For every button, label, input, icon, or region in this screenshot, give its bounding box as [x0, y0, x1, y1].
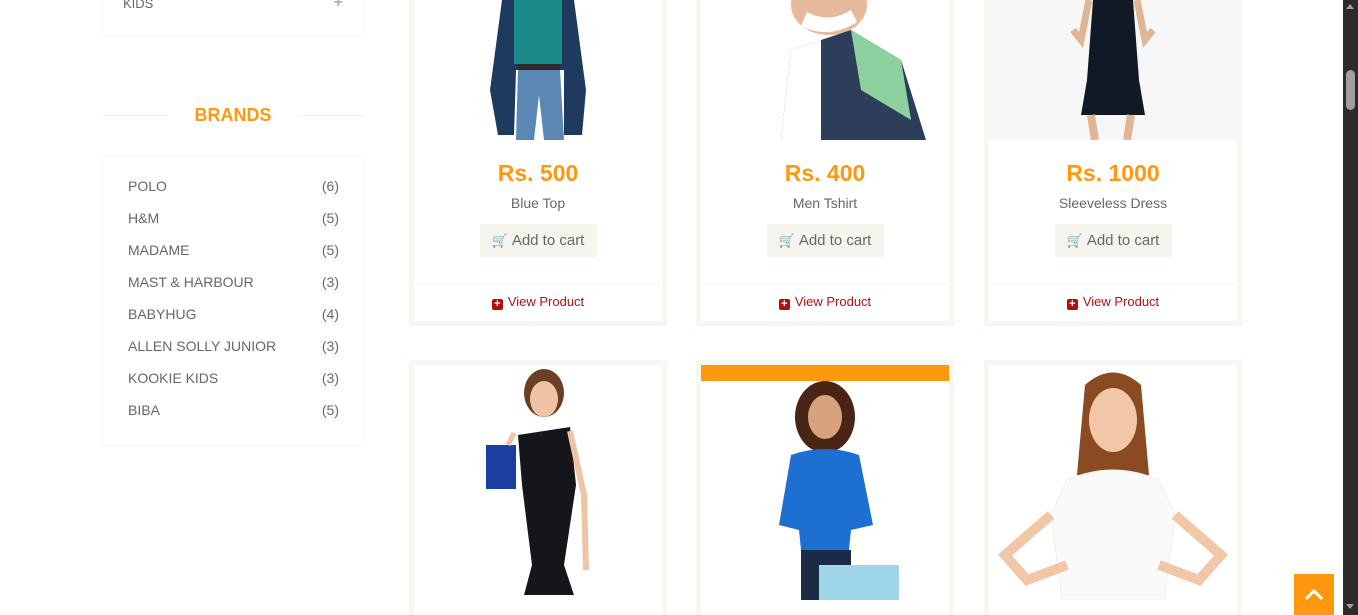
product-name: Men Tshirt	[792, 195, 858, 211]
product-price: Rs. 400	[784, 160, 866, 186]
brand-item-babyhug[interactable]: BABYHUG (4)	[128, 304, 339, 324]
brand-name: KOOKIE KIDS	[128, 370, 219, 386]
brand-count: (4)	[321, 306, 339, 322]
scroll-down-arrow[interactable]	[1346, 604, 1354, 609]
product-card-men-tshirt: Rs. 400 Men Tshirt 🛒 Add to cart + View Pr…	[696, 0, 954, 326]
plus-square-icon: +	[491, 299, 503, 310]
product-image	[989, 0, 1237, 140]
brand-count: (5)	[321, 242, 339, 258]
chevron-up-icon	[1304, 588, 1324, 601]
view-product-link[interactable]: + View Product	[989, 283, 1237, 321]
add-to-cart-button[interactable]: 🛒 Add to cart	[766, 224, 884, 257]
add-to-cart-label: Add to cart	[1086, 232, 1160, 249]
shopping-cart-icon: 🛒	[491, 233, 508, 248]
plus-icon[interactable]: +	[334, 0, 343, 12]
brand-name: H&M	[128, 210, 160, 226]
add-to-cart-button[interactable]: 🛒 Add to cart	[479, 224, 597, 257]
view-product-link[interactable]: + View Product	[701, 283, 949, 321]
add-to-cart-button[interactable]: 🛒 Add to cart	[1054, 224, 1172, 257]
view-product-label: View Product	[507, 294, 585, 309]
divider	[298, 115, 364, 116]
brand-count: (5)	[321, 210, 339, 226]
brand-name: MADAME	[128, 242, 190, 258]
category-label: KIDS	[123, 0, 154, 11]
brand-item-mast-harbour[interactable]: MAST & HARBOUR (3)	[128, 272, 339, 292]
brand-count: (5)	[321, 402, 339, 418]
brand-name: ALLEN SOLLY JUNIOR	[128, 338, 277, 354]
category-panel: KIDS +	[102, 0, 364, 36]
brand-item-allen-solly-junior[interactable]: ALLEN SOLLY JUNIOR (3)	[128, 336, 339, 356]
brand-count: (3)	[321, 274, 339, 290]
brand-name: BIBA	[128, 402, 160, 418]
brands-heading: BRANDS	[102, 104, 364, 126]
plus-square-icon: +	[778, 299, 790, 310]
view-product-label: View Product	[1082, 294, 1160, 309]
brand-count: (3)	[321, 338, 339, 354]
shopping-cart-icon: 🛒	[778, 233, 795, 248]
brand-item-kookie-kids[interactable]: KOOKIE KIDS (3)	[128, 368, 339, 388]
product-name: Blue Top	[510, 195, 566, 211]
brand-count: (6)	[321, 178, 339, 194]
add-to-cart-label: Add to cart	[798, 232, 872, 249]
shopping-cart-icon: 🛒	[1066, 233, 1083, 248]
page-scrollbar[interactable]	[1343, 0, 1358, 615]
product-price: Rs. 500	[497, 160, 579, 186]
product-price: Rs. 1000	[1066, 160, 1160, 186]
view-product-link[interactable]: + View Product	[414, 283, 662, 321]
product-card	[984, 360, 1242, 615]
brand-item-polo[interactable]: POLO (6)	[128, 176, 339, 196]
category-item-kids[interactable]: KIDS +	[123, 0, 343, 11]
brand-name: POLO	[128, 178, 167, 194]
brand-item-hm[interactable]: H&M (5)	[128, 208, 339, 228]
product-card	[696, 360, 954, 615]
brand-name: MAST & HARBOUR	[128, 274, 254, 290]
brand-name: BABYHUG	[128, 306, 197, 322]
brand-count: (3)	[321, 370, 339, 386]
view-product-label: View Product	[794, 294, 872, 309]
brand-item-biba[interactable]: BIBA (5)	[128, 400, 339, 420]
scrollbar-thumb[interactable]	[1346, 70, 1355, 110]
scroll-up-arrow[interactable]	[1346, 4, 1354, 9]
product-image	[701, 0, 949, 140]
product-card	[409, 360, 667, 615]
product-name: Sleeveless Dress	[1058, 195, 1168, 211]
divider	[102, 115, 168, 116]
add-to-cart-label: Add to cart	[511, 232, 585, 249]
plus-square-icon: +	[1066, 299, 1078, 310]
product-card-sleeveless-dress: Rs. 1000 Sleeveless Dress 🛒 Add to cart +…	[984, 0, 1242, 326]
product-image	[414, 0, 662, 140]
brand-item-madame[interactable]: MADAME (5)	[128, 240, 339, 260]
scroll-top-button[interactable]	[1294, 574, 1334, 615]
product-card-blue-top: Rs. 500 Blue Top 🛒 Add to cart + View Prod…	[409, 0, 667, 326]
brands-list: POLO (6) H&M (5) MADAME (5) MAST & HARBO…	[102, 155, 364, 446]
